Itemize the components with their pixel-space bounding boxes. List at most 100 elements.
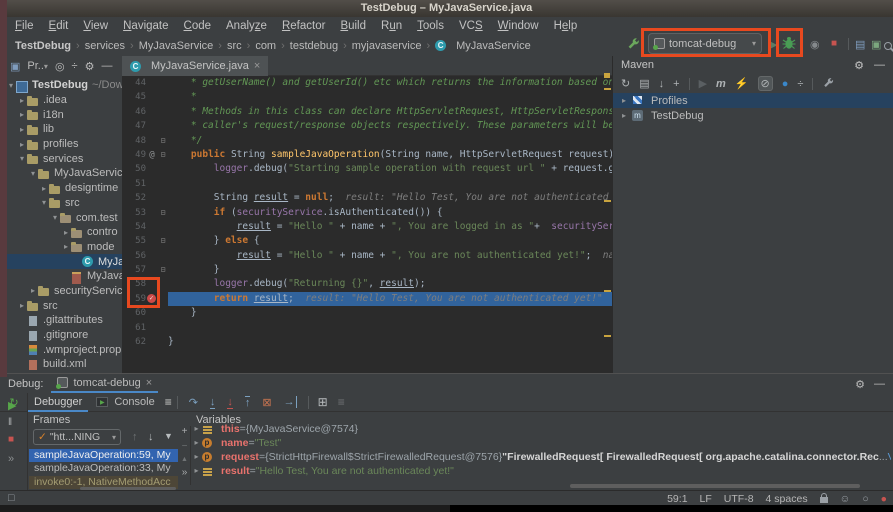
menu-item-code[interactable]: Code (184, 20, 212, 32)
move-up-icon[interactable]: ▲ (181, 456, 188, 463)
tab-close-icon[interactable]: × (146, 377, 152, 389)
remove-watch-icon[interactable]: − (182, 441, 188, 452)
code-line-62[interactable]: 62} (122, 335, 612, 349)
stop-process-icon[interactable]: ■ (8, 434, 14, 445)
code-line-59[interactable]: 59✓ return result; result: "Hello Test, … (122, 292, 612, 306)
tree-item-myjav[interactable]: MyJav (0, 254, 122, 269)
expand-collapse-icon[interactable]: ÷ (797, 78, 803, 90)
tree-item-testdebug[interactable]: ▾TestDebug ~/Dow (0, 78, 122, 93)
code-line-50[interactable]: 50 logger.debug("Starting sample operati… (122, 162, 612, 176)
tree-expand-arrow[interactable]: ▸ (61, 228, 71, 237)
offline-mode-icon[interactable]: ⚡ (735, 77, 749, 90)
download-sources-icon[interactable]: ↓ (659, 78, 665, 90)
maven-m-icon[interactable]: m (716, 78, 726, 90)
code-line-60[interactable]: 60 } (122, 306, 612, 320)
code-line-49[interactable]: 49@⊟ public String sampleJavaOperation(S… (122, 148, 612, 162)
hide-panel-icon[interactable]: — (874, 378, 885, 390)
tree-expand-arrow[interactable]: ▸ (191, 450, 202, 464)
breadcrumb-item[interactable]: services (85, 40, 125, 52)
menu-item-analyze[interactable]: Analyze (226, 20, 267, 32)
fold-marker-icon[interactable]: ⊟ (158, 263, 168, 277)
debug-button-bug-icon[interactable] (781, 35, 797, 51)
breadcrumb-item[interactable]: TestDebug (15, 40, 71, 52)
tree-expand-arrow[interactable]: ▸ (191, 464, 202, 478)
tree-expand-arrow[interactable]: ▾ (50, 213, 60, 222)
fold-marker-icon[interactable]: ⊟ (158, 206, 168, 220)
tree-item-src[interactable]: ▸src (0, 298, 122, 313)
hide-panel-icon[interactable]: — (101, 60, 112, 72)
breakpoint-dot-icon[interactable]: ✓ (147, 294, 156, 303)
build-wrench-icon[interactable] (626, 37, 641, 52)
caret-position[interactable]: 59:1 (667, 493, 687, 505)
line-separator[interactable]: LF (700, 493, 712, 505)
menu-item-vcs[interactable]: VCS (459, 20, 483, 32)
toolwindow-toggle-icon[interactable]: □ (8, 492, 14, 504)
run-to-cursor-icon[interactable]: → (284, 396, 297, 408)
tree-item-services[interactable]: ▾services (0, 151, 122, 166)
menu-item-view[interactable]: View (83, 20, 108, 32)
add-profile-icon[interactable]: + (673, 78, 679, 90)
maven-settings-wrench-icon[interactable] (822, 77, 835, 90)
tree-expand-arrow[interactable]: ▾ (28, 169, 38, 178)
notifications-icon[interactable]: ○ (862, 493, 868, 505)
run-config-selector[interactable]: tomcat-debug ▾ (648, 33, 762, 54)
tree-item-designtime[interactable]: ▸designtime (0, 181, 122, 196)
tree-item-myjavaservic[interactable]: ▾MyJavaServic (0, 166, 122, 181)
tab-close-icon[interactable]: × (254, 60, 260, 72)
fold-marker-icon[interactable]: ⊟ (158, 234, 168, 248)
menu-item-tools[interactable]: Tools (417, 20, 444, 32)
editor-tab[interactable]: MyJavaService.java × (122, 56, 268, 76)
more-icon[interactable]: » (182, 467, 188, 478)
evaluate-expression-icon[interactable]: ⊞ (318, 395, 328, 409)
file-encoding[interactable]: UTF-8 (724, 493, 754, 505)
code-line-51[interactable]: 51 (122, 177, 612, 191)
maven-node-testdebug[interactable]: ▸TestDebug (613, 108, 893, 123)
stop-button[interactable]: ■ (831, 38, 837, 49)
tree-item-buildxml[interactable]: build.xml (0, 357, 122, 372)
menu-item-build[interactable]: Build (340, 20, 366, 32)
skip-tests-icon[interactable]: ⊘ (758, 76, 773, 91)
tree-item-profiles[interactable]: ▸profiles (0, 137, 122, 152)
indent-setting[interactable]: 4 spaces (766, 493, 808, 505)
breadcrumb-item[interactable]: src (227, 40, 242, 52)
tree-expand-arrow[interactable]: ▸ (17, 125, 27, 134)
tree-item-mode[interactable]: ▸mode (0, 240, 122, 255)
tree-expand-arrow[interactable]: ▸ (17, 96, 27, 105)
run-button[interactable]: ▶ (769, 38, 777, 51)
step-into-icon[interactable]: ↓ (210, 396, 216, 409)
tree-expand-arrow[interactable]: ▸ (191, 422, 202, 436)
hide-panel-icon[interactable]: — (874, 59, 885, 71)
tab-console[interactable]: Console (108, 393, 160, 412)
code-line-53[interactable]: 53⊟ if (securityService.isAuthenticated(… (122, 206, 612, 220)
tree-expand-arrow[interactable]: ▸ (191, 436, 202, 450)
breakpoint-icon[interactable]: ✓ (146, 292, 158, 306)
tree-expand-arrow[interactable]: ▸ (39, 184, 49, 193)
code-line-46[interactable]: 46 * Methods in this class can declare H… (122, 105, 612, 119)
tree-expand-arrow[interactable]: ▸ (17, 301, 27, 310)
code-line-54[interactable]: 54 result = "Hello " + name + ", You are… (122, 220, 612, 234)
code-line-57[interactable]: 57⊟ } (122, 263, 612, 277)
menu-item-help[interactable]: Help (554, 20, 578, 32)
code-line-56[interactable]: 56 result = "Hello " + name + ", You are… (122, 249, 612, 263)
more-actions-icon[interactable]: » (8, 453, 14, 465)
breadcrumb-item[interactable]: MyJavaService (456, 40, 531, 52)
variable-row-result[interactable]: ▸result = "Hello Test, You are not authe… (191, 464, 891, 478)
tree-expand-arrow[interactable]: ▸ (17, 110, 27, 119)
maven-node-profiles[interactable]: ▸Profiles (613, 93, 893, 108)
search-icon[interactable] (884, 42, 892, 50)
menu-item-window[interactable]: Window (498, 20, 539, 32)
generate-sources-icon[interactable]: ▤ (639, 77, 649, 90)
project-panel-title[interactable]: Pr..▾ (27, 60, 48, 72)
drop-frame-icon[interactable]: ⊠ (262, 396, 271, 409)
variable-row-this[interactable]: ▸this = {MyJavaService@7574} (191, 422, 891, 436)
tree-expand-arrow[interactable]: ▸ (619, 111, 629, 120)
thread-selector[interactable]: ✓ "htt...NING ▾ (33, 429, 121, 445)
menu-item-file[interactable]: File (15, 20, 34, 32)
step-over-icon[interactable]: ↷ (189, 396, 198, 409)
gear-icon[interactable]: ⚙ (854, 59, 864, 72)
annotation-at-icon[interactable]: @ (146, 148, 158, 162)
breadcrumb-item[interactable]: MyJavaService (139, 40, 214, 52)
tab-debugger[interactable]: Debugger (28, 393, 88, 412)
gear-icon[interactable]: ⚙ (85, 60, 95, 73)
fold-marker-icon[interactable]: ⊟ (158, 148, 168, 162)
